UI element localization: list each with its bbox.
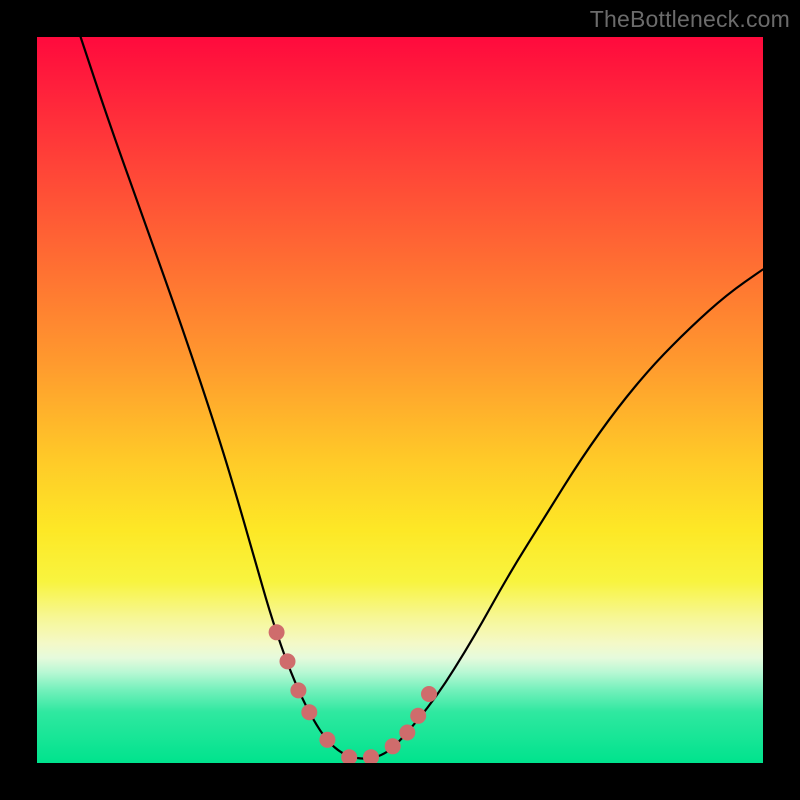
marker-point: [385, 738, 401, 754]
bottleneck-curve: [37, 37, 763, 763]
marker-layer: [37, 37, 763, 763]
marker-point: [410, 708, 426, 724]
marker-point: [363, 749, 379, 763]
marker-point: [280, 653, 296, 669]
marker-point: [399, 725, 415, 741]
plot-area: [37, 37, 763, 763]
marker-point: [290, 682, 306, 698]
marker-point: [421, 686, 437, 702]
watermark-text: TheBottleneck.com: [590, 6, 790, 33]
marker-point: [301, 704, 317, 720]
chart-frame: TheBottleneck.com: [0, 0, 800, 800]
marker-point: [341, 749, 357, 763]
marker-point: [319, 732, 335, 748]
marker-point: [269, 624, 285, 640]
